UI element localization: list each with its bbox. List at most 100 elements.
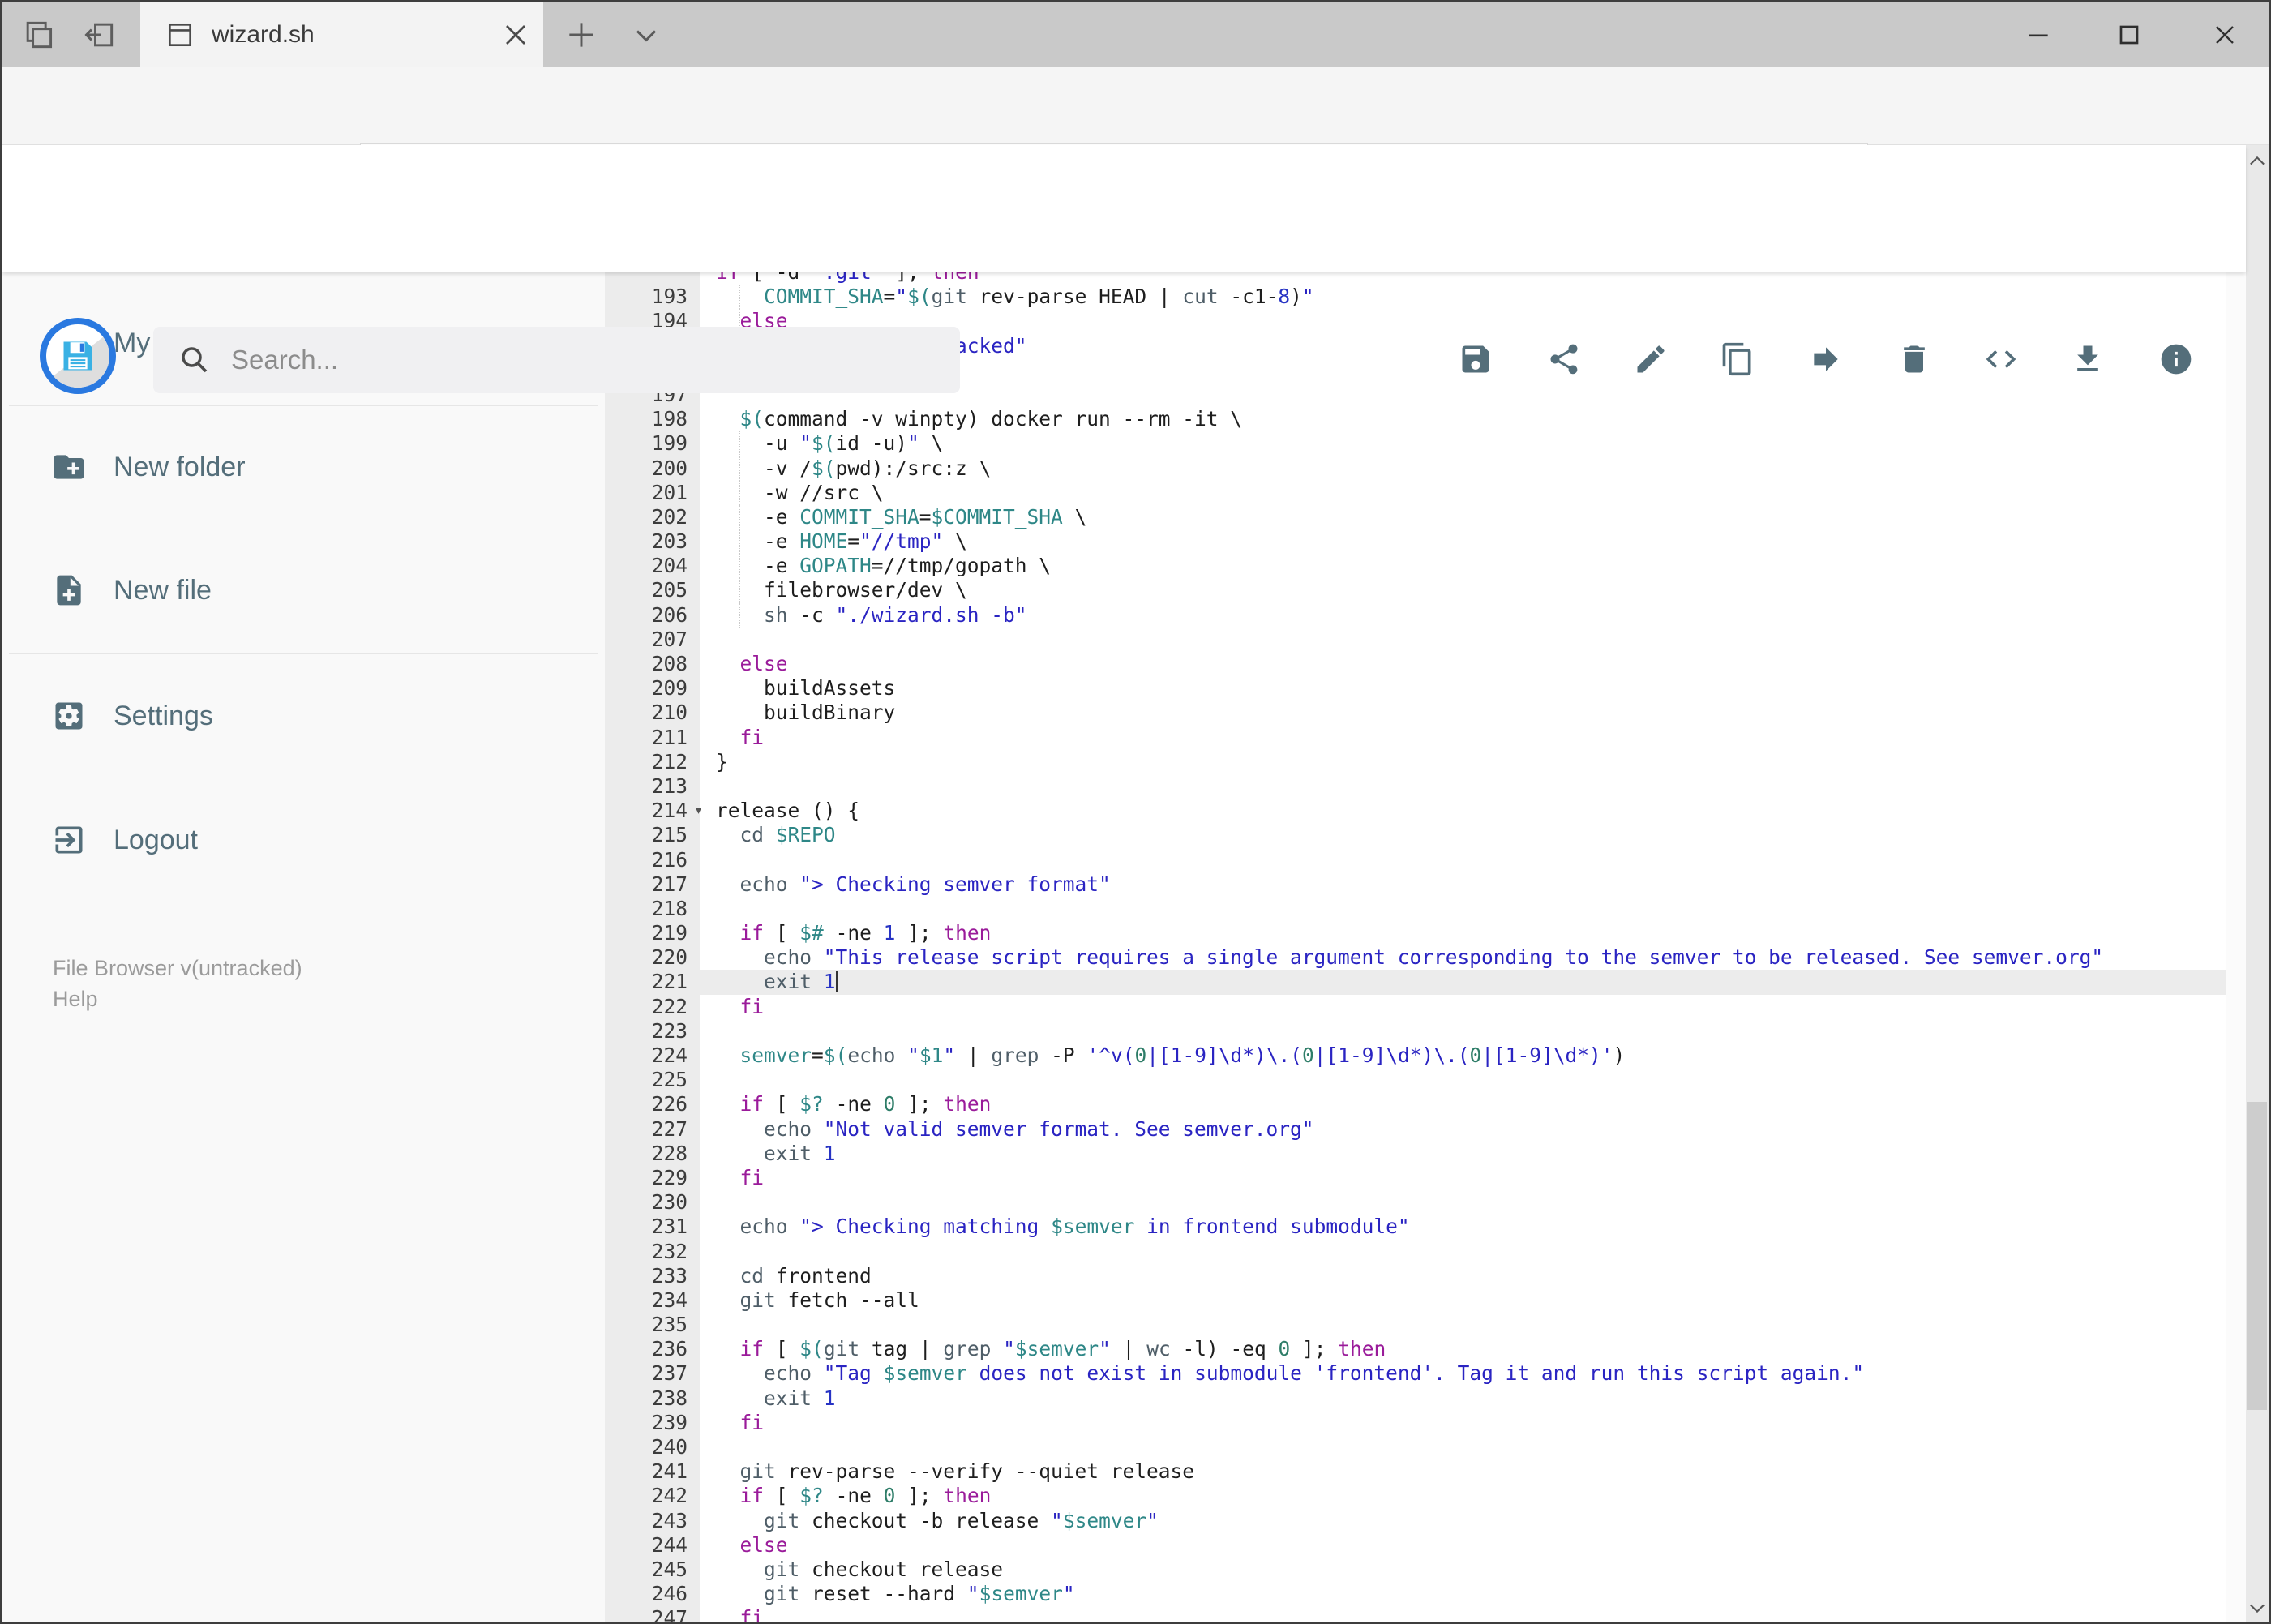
- share-file-button[interactable]: [1546, 341, 1582, 377]
- code-line[interactable]: 242 if [ $? -ne 0 ]; then: [605, 1484, 2248, 1508]
- scroll-up-icon[interactable]: [2246, 147, 2269, 176]
- code-line[interactable]: 246 git reset --hard "$semver": [605, 1582, 2248, 1606]
- line-number: 219: [651, 921, 688, 945]
- code-line[interactable]: 200 -v /$(pwd):/src:z \: [605, 456, 2248, 481]
- code-line[interactable]: 216: [605, 848, 2248, 872]
- sidebar-item-new-file[interactable]: New file: [2, 546, 605, 635]
- scroll-down-icon[interactable]: [2246, 1593, 2269, 1622]
- sidebar-item-new-folder[interactable]: New folder: [2, 422, 605, 512]
- info-button[interactable]: [2158, 341, 2194, 377]
- code-line[interactable]: 204 -e GOPATH=//tmp/gopath \: [605, 554, 2248, 579]
- sidebar-item-settings[interactable]: Settings: [2, 671, 605, 761]
- code-line[interactable]: 205 filebrowser/dev \: [605, 578, 2248, 603]
- code-line[interactable]: 232: [605, 1240, 2248, 1264]
- code-line[interactable]: 206 sh -c "./wizard.sh -b": [605, 602, 2248, 628]
- maximize-button[interactable]: [2105, 14, 2153, 56]
- delete-button[interactable]: [1896, 341, 1932, 377]
- line-number: 199: [651, 431, 688, 456]
- code-line[interactable]: 198 $(command -v winpty) docker run --rm…: [605, 407, 2248, 431]
- raw-code-button[interactable]: [1983, 341, 2019, 377]
- code-line[interactable]: 236 if [ $(git tag | grep "$semver" | wc…: [605, 1337, 2248, 1361]
- code-line[interactable]: 228 exit 1: [605, 1142, 2248, 1166]
- code-line[interactable]: 201 -w //src \: [605, 480, 2248, 505]
- code-line[interactable]: 215 cd $REPO: [605, 823, 2248, 847]
- code-line[interactable]: 241 git rev-parse --verify --quiet relea…: [605, 1459, 2248, 1484]
- new-tab-icon[interactable]: [563, 17, 599, 53]
- code-line[interactable]: 245 git checkout release: [605, 1558, 2248, 1582]
- move-button[interactable]: [1808, 341, 1844, 377]
- code-line[interactable]: 244 else: [605, 1533, 2248, 1558]
- code-line[interactable]: 193 COMMIT_SHA="$(git rev-parse HEAD | c…: [605, 285, 2248, 310]
- line-number: 234: [651, 1288, 688, 1312]
- copy-button[interactable]: [1720, 341, 1755, 377]
- set-tabs-aside-icon[interactable]: [82, 17, 118, 53]
- close-button[interactable]: [2200, 14, 2249, 56]
- code-line[interactable]: 220 echo "This release script requires a…: [605, 945, 2248, 970]
- line-number: 235: [651, 1313, 688, 1337]
- code-line[interactable]: 211 fi: [605, 726, 2248, 750]
- line-number: 231: [651, 1215, 688, 1239]
- code-line[interactable]: 218: [605, 897, 2248, 921]
- app-version: File Browser v(untracked): [53, 956, 302, 980]
- code-line[interactable]: 237 echo "Tag $semver does not exist in …: [605, 1361, 2248, 1386]
- code-line[interactable]: 227 echo "Not valid semver format. See s…: [605, 1117, 2248, 1142]
- line-number: 244: [651, 1532, 688, 1557]
- navigation-toolbar: filebrowser.web/files/wizard.sh: [2, 67, 2269, 199]
- line-number: 200: [651, 456, 688, 480]
- code-line[interactable]: 223: [605, 1019, 2248, 1043]
- code-line[interactable]: 207: [605, 628, 2248, 652]
- code-line[interactable]: 226 if [ $? -ne 0 ]; then: [605, 1092, 2248, 1116]
- line-number: 215: [651, 823, 688, 847]
- code-line[interactable]: 209 buildAssets: [605, 676, 2248, 701]
- scrollbar-thumb[interactable]: [2247, 1102, 2267, 1410]
- code-line[interactable]: 238 exit 1: [605, 1386, 2248, 1411]
- code-line[interactable]: 199 -u "$(id -u)" \: [605, 431, 2248, 456]
- code-line[interactable]: 224 semver=$(echo "$1" | grep -P '^v(0|[…: [605, 1043, 2248, 1068]
- code-line[interactable]: 219 if [ $# -ne 1 ]; then: [605, 921, 2248, 945]
- code-line[interactable]: 231 echo "> Checking matching $semver in…: [605, 1215, 2248, 1239]
- text-cursor: [835, 971, 838, 993]
- code-line[interactable]: 240: [605, 1435, 2248, 1459]
- code-editor[interactable]: if [ -d ".git" ]; then 193 COMMIT_SHA="$(…: [605, 272, 2248, 1624]
- line-number: 240: [651, 1435, 688, 1459]
- code-line[interactable]: 210 buildBinary: [605, 701, 2248, 725]
- code-line[interactable]: 221 exit 1: [605, 970, 2248, 995]
- line-number: 214 ▾: [651, 799, 703, 823]
- code-line[interactable]: 243 git checkout -b release "$semver": [605, 1509, 2248, 1533]
- line-number: 247: [651, 1606, 688, 1624]
- code-line[interactable]: 217 echo "> Checking semver format": [605, 872, 2248, 897]
- code-line[interactable]: 230: [605, 1190, 2248, 1215]
- code-line[interactable]: 229 fi: [605, 1166, 2248, 1190]
- code-line[interactable]: 234 git fetch --all: [605, 1288, 2248, 1313]
- code-line[interactable]: 202 -e COMMIT_SHA=$COMMIT_SHA \: [605, 504, 2248, 530]
- tab-preview-icon[interactable]: [20, 17, 56, 53]
- code-line[interactable]: 235: [605, 1313, 2248, 1337]
- line-number: 212: [651, 749, 688, 773]
- tab-list-chevron-icon[interactable]: [628, 17, 664, 53]
- code-line[interactable]: 212}: [605, 750, 2248, 774]
- download-button[interactable]: [2070, 341, 2106, 377]
- code-line[interactable]: 247 fi: [605, 1606, 2248, 1624]
- code-line[interactable]: 214 ▾ release () {: [605, 799, 2248, 823]
- save-button[interactable]: [1458, 341, 1493, 377]
- code-line[interactable]: 239 fi: [605, 1411, 2248, 1435]
- rename-button[interactable]: [1633, 341, 1669, 377]
- code-line[interactable]: 213: [605, 774, 2248, 799]
- code-line[interactable]: if [ -d ".git" ]; then: [605, 272, 2248, 285]
- search-input[interactable]: [229, 344, 922, 376]
- code-line[interactable]: 222 fi: [605, 995, 2248, 1019]
- tab-title: wizard.sh: [212, 21, 315, 48]
- code-line[interactable]: 225: [605, 1068, 2248, 1092]
- code-line[interactable]: 208 else: [605, 652, 2248, 676]
- tab-bar: wizard.sh: [2, 2, 2269, 67]
- help-link[interactable]: Help: [53, 983, 302, 1014]
- code-line[interactable]: 233 cd frontend: [605, 1264, 2248, 1288]
- sidebar-item-logout[interactable]: Logout: [2, 795, 605, 885]
- filebrowser-logo[interactable]: [40, 318, 116, 394]
- browser-tab[interactable]: wizard.sh: [140, 2, 543, 67]
- tab-close-icon[interactable]: [498, 17, 533, 53]
- page-scrollbar[interactable]: [2246, 145, 2269, 1622]
- search-box[interactable]: [153, 327, 960, 393]
- minimize-button[interactable]: [2014, 14, 2063, 56]
- code-line[interactable]: 203 -e HOME="//tmp" \: [605, 529, 2248, 555]
